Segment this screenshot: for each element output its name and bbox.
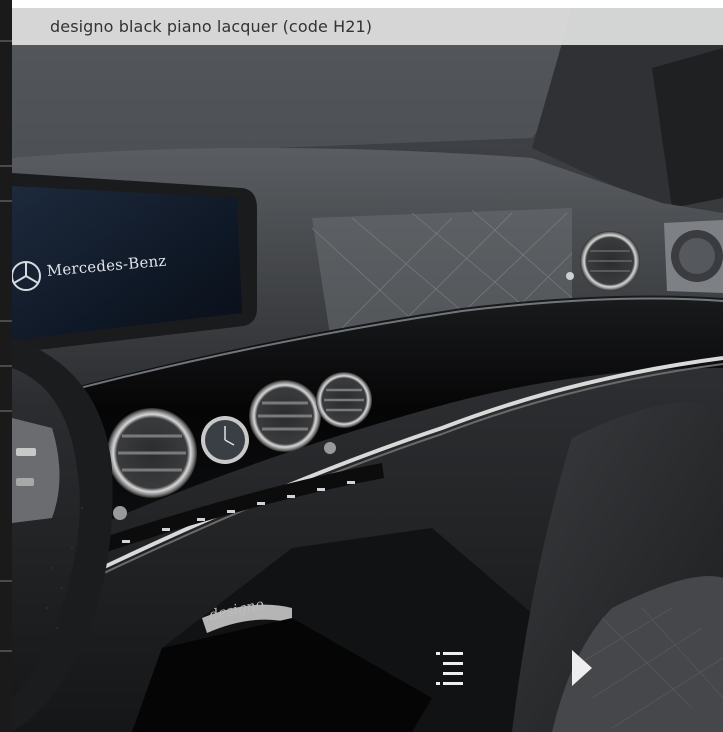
interior-photo (12, 8, 723, 732)
caption-bar: designo black piano lacquer (code H21) (12, 8, 723, 45)
caption-text: designo black piano lacquer (code H21) (50, 17, 373, 36)
list-icon[interactable] (436, 648, 464, 688)
left-border-strip (0, 0, 12, 732)
interior-illustration (12, 8, 723, 732)
next-arrow-icon[interactable] (568, 648, 598, 688)
image-viewer: Mercedes-Benz designo designo black pian… (0, 0, 723, 732)
